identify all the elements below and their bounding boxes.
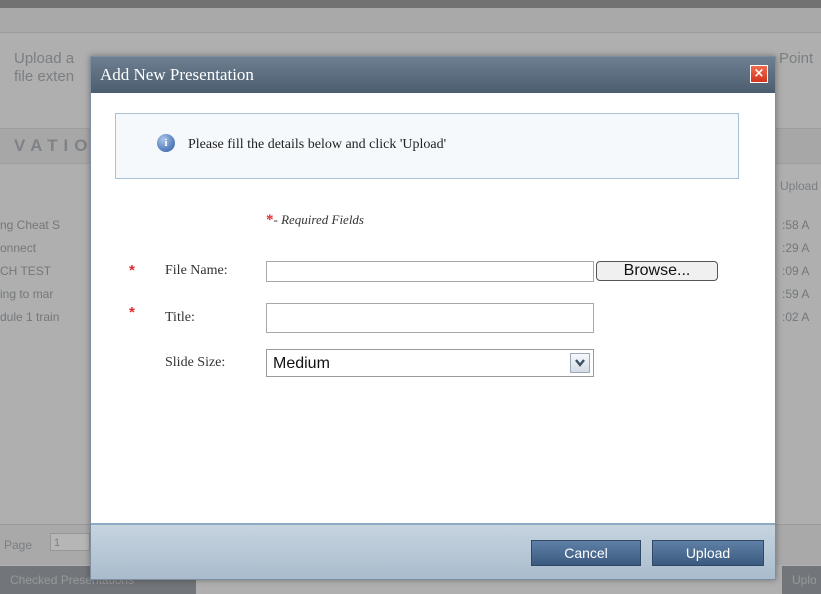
slide-size-value: Medium bbox=[273, 355, 330, 372]
upload-button[interactable]: Upload bbox=[652, 540, 764, 566]
browse-button[interactable]: Browse... bbox=[596, 261, 718, 281]
add-presentation-dialog: Add New Presentation × i Please fill the… bbox=[90, 56, 776, 580]
required-fields-note: *- Required Fields bbox=[266, 212, 364, 229]
required-marker: * bbox=[129, 304, 135, 321]
required-fields-text: - Required Fields bbox=[273, 212, 365, 227]
dialog-titlebar: Add New Presentation × bbox=[91, 57, 775, 93]
info-message: Please fill the details below and click … bbox=[188, 137, 447, 152]
file-name-label: File Name: bbox=[165, 263, 228, 278]
cancel-button[interactable]: Cancel bbox=[531, 540, 641, 566]
required-marker: * bbox=[129, 262, 135, 279]
close-icon[interactable]: × bbox=[750, 65, 768, 83]
title-input[interactable] bbox=[266, 303, 594, 333]
title-label: Title: bbox=[165, 310, 195, 325]
required-marker: * bbox=[266, 212, 274, 228]
file-name-input[interactable] bbox=[266, 261, 594, 282]
info-icon: i bbox=[157, 134, 175, 152]
dialog-footer: Cancel Upload bbox=[91, 523, 775, 579]
chevron-down-icon[interactable] bbox=[570, 353, 590, 373]
slide-size-select[interactable]: Medium bbox=[266, 349, 594, 377]
dialog-title: Add New Presentation bbox=[100, 65, 254, 84]
info-message-box: i Please fill the details below and clic… bbox=[115, 113, 739, 179]
slide-size-label: Slide Size: bbox=[165, 355, 226, 370]
